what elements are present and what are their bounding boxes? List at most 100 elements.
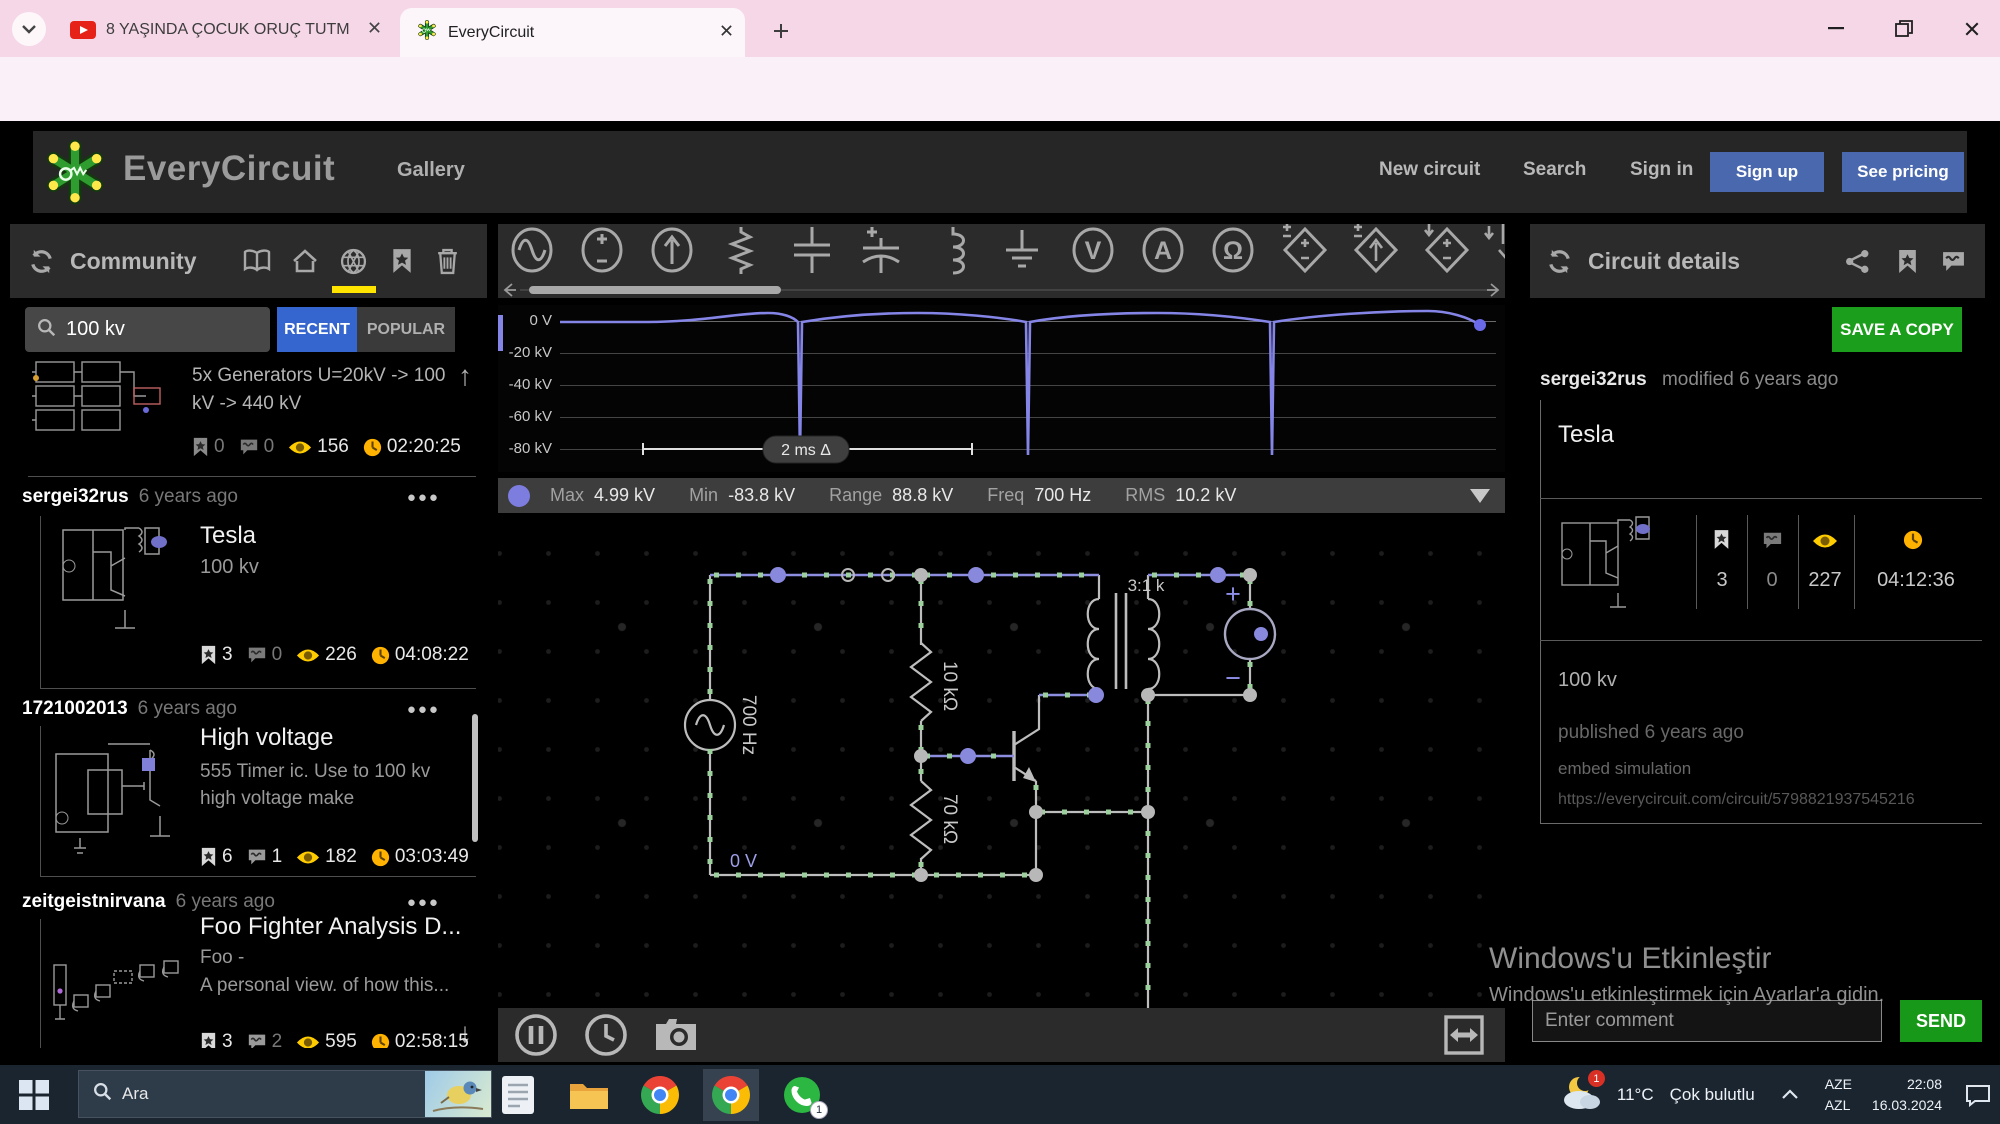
bookmarks-icon[interactable] (387, 246, 417, 276)
refresh-icon[interactable] (26, 246, 56, 276)
item-menu-icon[interactable]: ●●● (407, 489, 440, 506)
list-scrollbar[interactable] (472, 714, 478, 842)
dc-current-source-icon[interactable] (646, 224, 698, 276)
tab-search-chevron-icon[interactable] (12, 12, 46, 46)
inductor-icon[interactable] (927, 224, 979, 276)
scope-stats-bar[interactable]: Max 4.99 kV Min -83.8 kV Range 88.8 kV Freq… (498, 478, 1505, 513)
channel-dot[interactable] (508, 484, 530, 507)
stat-label: Max (550, 485, 585, 505)
pause-button[interactable] (514, 1013, 558, 1057)
new-tab-button[interactable] (766, 16, 796, 46)
see-pricing-button[interactable]: See pricing (1842, 152, 1964, 192)
weather-badge: 1 (1587, 1070, 1605, 1087)
sidebar-search[interactable] (25, 307, 270, 352)
comment-count: 0 (271, 644, 283, 665)
scope-trace[interactable]: 2 ms Δ (498, 305, 1505, 472)
tab-close-icon[interactable] (720, 24, 733, 42)
list-item-selected[interactable]: sergei32rus 6 years ago ●●● Tesla 100 kv… (10, 486, 487, 691)
tab-popular[interactable]: POPULAR (357, 307, 455, 352)
taskbar-chrome-2-active[interactable] (703, 1068, 759, 1121)
item-menu-icon[interactable]: ●●● (407, 701, 440, 718)
list-item[interactable]: 1721002013 6 years ago ●●● High voltage … (10, 698, 487, 878)
weather-icon[interactable]: 1 (1559, 1070, 1605, 1117)
circuit-thumbnail (62, 527, 167, 629)
community-globe-icon[interactable] (338, 246, 368, 276)
tesla-schematic[interactable]: 700 Hz 10 kΩ 70 kΩ 3:1 k 0 V + − (498, 515, 1505, 1008)
stat-value: -83.8 kV (728, 485, 796, 505)
window-minimize-button[interactable] (1808, 0, 1864, 57)
tray-chevron-icon[interactable] (1781, 1089, 1799, 1100)
collapse-scope-icon[interactable] (1469, 488, 1491, 504)
controlled-source-icon[interactable] (1421, 224, 1473, 276)
taskbar-whatsapp[interactable]: 1 (774, 1069, 830, 1121)
search-link[interactable]: Search (1523, 159, 1586, 181)
textbook-icon[interactable] (242, 246, 272, 276)
send-button[interactable]: SEND (1900, 1000, 1982, 1042)
save-a-copy-button[interactable]: SAVE A COPY (1832, 307, 1962, 352)
ground-icon[interactable] (996, 224, 1048, 276)
list-item[interactable]: zeitgeistnirvana 6 years ago ●●● Foo Fig… (10, 891, 487, 1048)
ohmmeter-icon[interactable]: Ω (1207, 224, 1259, 276)
taskbar-chrome-1[interactable] (632, 1069, 688, 1121)
window-restore-button[interactable] (1876, 0, 1932, 57)
taskbar-weather-text[interactable]: Çok bulutlu (1670, 1085, 1755, 1105)
details-title: Circuit details (1588, 247, 1741, 274)
start-button[interactable] (6, 1069, 62, 1121)
comments-icon[interactable] (1938, 246, 1968, 276)
everycircuit-logo[interactable] (39, 136, 111, 213)
schematic-canvas[interactable]: 700 Hz 10 kΩ 70 kΩ 3:1 k 0 V + − (498, 515, 1505, 1008)
clock-date[interactable]: 22:08 16.03.2024 (1872, 1074, 1942, 1115)
ac-source-icon[interactable] (506, 224, 558, 276)
item-author[interactable]: sergei32rus (22, 486, 129, 508)
tab-recent[interactable]: RECENT (277, 307, 357, 352)
controlled-voltage-source-icon[interactable] (1279, 224, 1331, 276)
polarized-capacitor-icon[interactable] (855, 224, 907, 276)
search-input[interactable] (64, 317, 244, 342)
sign-in-link[interactable]: Sign in (1630, 159, 1693, 181)
search-highlight-image[interactable] (425, 1071, 491, 1117)
controlled-current-source-icon[interactable] (1350, 224, 1402, 276)
window-close-button[interactable] (1944, 0, 2000, 57)
screenshot-button[interactable] (654, 1016, 700, 1054)
language-indicator[interactable]: AZE AZL (1825, 1074, 1852, 1115)
details-author[interactable]: sergei32rus (1540, 369, 1647, 390)
sim-time-button[interactable] (584, 1013, 628, 1057)
browser-tab-youtube[interactable]: 8 YAŞINDA ÇOCUK ORUÇ TUTM (58, 10, 393, 50)
notification-center-icon[interactable] (1964, 1083, 1992, 1107)
taskbar-app-document[interactable] (490, 1069, 546, 1121)
home-icon[interactable] (290, 246, 320, 276)
resistor-icon[interactable] (715, 224, 767, 276)
taskbar-temp[interactable]: 11°C (1617, 1085, 1654, 1105)
dc-voltage-source-icon[interactable] (576, 224, 628, 276)
item-menu-icon[interactable]: ●●● (407, 894, 440, 911)
item-author[interactable]: zeitgeistnirvana (22, 891, 166, 913)
tab-close-icon[interactable] (368, 21, 381, 39)
toolbar-scroll-left-icon[interactable] (502, 283, 516, 297)
taskbar-file-explorer[interactable] (561, 1069, 617, 1121)
item-author[interactable]: 1721002013 (22, 698, 128, 720)
comment-input[interactable] (1532, 1000, 1882, 1042)
bookmark-icon[interactable] (1892, 246, 1922, 276)
taskbar-search[interactable]: Ara (78, 1070, 492, 1118)
gallery-link[interactable]: Gallery (397, 159, 465, 182)
app-title[interactable]: EveryCircuit (123, 149, 335, 189)
sign-up-button[interactable]: Sign up (1710, 152, 1824, 192)
new-circuit-link[interactable]: New circuit (1379, 159, 1480, 181)
scroll-up-icon[interactable]: ↑ (458, 360, 472, 392)
expand-button[interactable] (1444, 1015, 1484, 1055)
item-title: Tesla (200, 522, 257, 549)
voltmeter-icon[interactable]: V (1067, 224, 1119, 276)
share-icon[interactable] (1842, 246, 1872, 276)
toolbar-scroll-right-icon[interactable] (1487, 283, 1501, 297)
ammeter-icon[interactable]: A (1137, 224, 1189, 276)
controlled-source-partial-icon[interactable] (1483, 224, 1505, 276)
oscilloscope[interactable]: 0 V -20 kV -40 kV -60 kV -80 kV 2 ms Δ (498, 305, 1505, 472)
toolbar-scroll-thumb[interactable] (529, 286, 781, 294)
browser-tab-everycircuit[interactable]: EveryCircuit (400, 8, 745, 57)
refresh-icon[interactable] (1544, 246, 1574, 276)
embed-simulation-link[interactable]: embed simulation (1558, 759, 1691, 779)
item-title: 5x Generators U=20kV -> 100 (192, 365, 446, 386)
list-item[interactable]: 5x Generators U=20kV -> 100 kV -> 440 kV… (10, 358, 487, 478)
trash-icon[interactable] (432, 246, 462, 276)
capacitor-icon[interactable] (786, 224, 838, 276)
